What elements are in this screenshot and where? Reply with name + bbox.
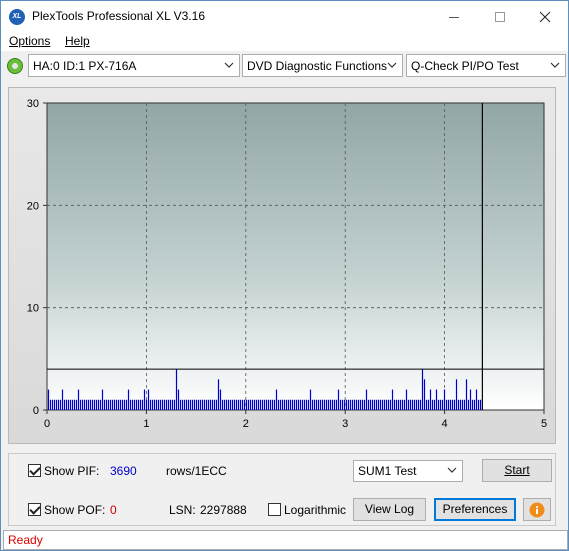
menu-options[interactable]: Options	[9, 34, 50, 48]
show-pif-label: Show PIF:	[44, 464, 100, 478]
maximize-icon	[495, 12, 505, 23]
y-tick-label: 10	[27, 303, 39, 315]
pof-value: 0	[110, 503, 117, 517]
x-axis-ticks: 0 1 2 3 4 5	[44, 410, 547, 430]
x-tick-label: 0	[44, 418, 50, 430]
drive-select-value: HA:0 ID:1 PX-716A	[33, 59, 137, 73]
chevron-down-icon	[550, 62, 560, 68]
minimize-icon	[449, 16, 459, 18]
window-title: PlexTools Professional XL V3.16	[32, 9, 205, 23]
start-button-label: Start	[504, 463, 530, 477]
mode-select-value: SUM1 Test	[358, 464, 417, 478]
x-tick-label: 1	[143, 418, 149, 430]
close-button[interactable]	[522, 1, 568, 31]
preferences-button-label: Preferences	[442, 502, 508, 516]
pi-po-chart: 0 10 20 30 0 1 2 3 4 5	[27, 98, 547, 430]
pif-unit: rows/1ECC	[166, 464, 227, 478]
view-log-button[interactable]: View Log	[353, 498, 426, 521]
y-tick-label: 20	[27, 200, 39, 212]
show-pof-label: Show POF:	[44, 503, 106, 517]
title-bar: XL PlexTools Professional XL V3.16	[1, 1, 568, 31]
show-pif-checkbox[interactable]	[28, 464, 41, 477]
drive-select[interactable]: HA:0 ID:1 PX-716A	[28, 54, 240, 77]
test-select-value: Q-Check PI/PO Test	[411, 59, 519, 73]
mode-select[interactable]: SUM1 Test	[353, 460, 463, 482]
menu-bar: Options Help	[1, 31, 568, 51]
menu-help[interactable]: Help	[65, 34, 90, 48]
menu-options-label: Options	[9, 34, 51, 48]
start-button[interactable]: Start	[482, 459, 552, 482]
x-tick-label: 5	[541, 418, 547, 430]
test-select[interactable]: Q-Check PI/PO Test	[406, 54, 566, 77]
lsn-value: 2297888	[200, 503, 247, 517]
x-tick-label: 4	[442, 418, 448, 430]
pif-value: 3690	[110, 464, 137, 478]
maximize-button[interactable]	[477, 1, 523, 31]
disc-drive-icon	[7, 58, 23, 74]
chart-panel: 0 10 20 30 0 1 2 3 4 5	[8, 87, 556, 444]
info-button[interactable]	[523, 498, 551, 521]
y-tick-label: 0	[33, 405, 39, 417]
logarithmic-label: Logarithmic	[284, 503, 347, 517]
chevron-down-icon	[447, 467, 457, 473]
function-select[interactable]: DVD Diagnostic Functions	[242, 54, 403, 77]
chevron-down-icon	[387, 62, 397, 68]
view-log-button-label: View Log	[364, 502, 415, 516]
info-icon	[529, 502, 545, 518]
status-bar: Ready	[3, 530, 568, 550]
controls-panel: Show PIF: 3690 rows/1ECC SUM1 Test Start…	[8, 453, 556, 526]
show-pof-checkbox[interactable]	[28, 503, 41, 516]
plextools-logo-icon: XL	[9, 9, 25, 25]
close-icon	[539, 11, 551, 23]
logarithmic-checkbox[interactable]	[268, 503, 281, 516]
toolbar: HA:0 ID:1 PX-716A DVD Diagnostic Functio…	[1, 52, 568, 80]
minimize-button[interactable]	[431, 1, 477, 31]
x-tick-label: 2	[243, 418, 249, 430]
function-select-value: DVD Diagnostic Functions	[247, 59, 388, 73]
preferences-button[interactable]: Preferences	[434, 498, 516, 521]
y-axis-ticks: 0 10 20 30	[27, 98, 47, 417]
plot-area	[46, 102, 545, 411]
lsn-label: LSN:	[169, 503, 196, 517]
x-tick-label: 3	[342, 418, 348, 430]
app-window: XL PlexTools Professional XL V3.16 Optio…	[0, 0, 569, 551]
status-text: Ready	[8, 533, 43, 547]
chevron-down-icon	[224, 62, 234, 68]
y-tick-label: 30	[27, 98, 39, 110]
menu-help-label: Help	[65, 34, 90, 48]
